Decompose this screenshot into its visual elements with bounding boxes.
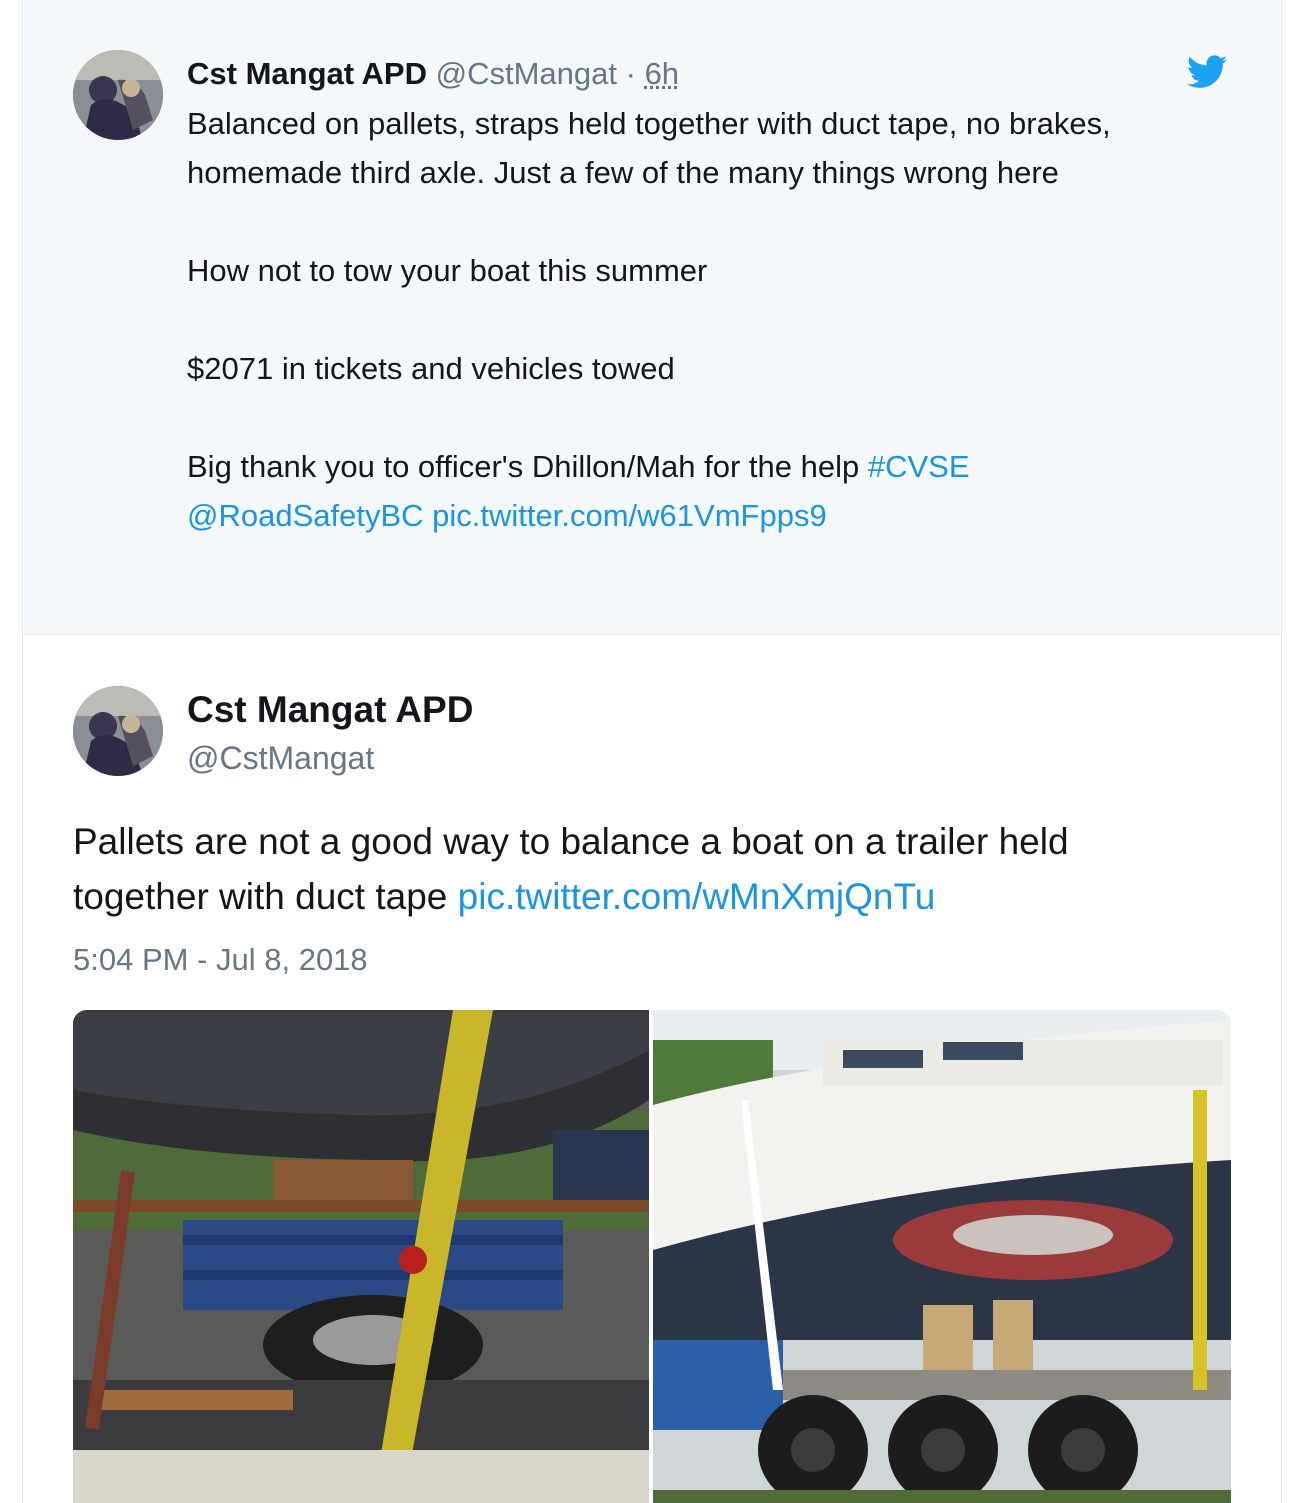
twitter-bird-icon[interactable] (1187, 54, 1227, 90)
author-name[interactable]: Cst Mangat APD (187, 685, 473, 735)
hashtag-link[interactable]: #CVSE (868, 449, 970, 484)
tweet-text-line: How not to tow your boat this summer (187, 253, 708, 288)
photo-grid (73, 1010, 1231, 1503)
tweet-time[interactable]: 6h (645, 56, 679, 91)
pic-link[interactable]: pic.twitter.com/wMnXmjQnTu (458, 876, 936, 917)
tweet-text-line: Balanced on pallets, straps held togethe… (187, 106, 1111, 190)
pic-link[interactable]: pic.twitter.com/w61VmFpps9 (432, 498, 827, 533)
author-handle[interactable]: @CstMangat (187, 736, 374, 780)
author-name[interactable]: Cst Mangat APD (187, 56, 427, 91)
tweet-timestamp[interactable]: 5:04 PM - Jul 8, 2018 (73, 938, 368, 982)
tweet-text-line: $2071 in tickets and vehicles towed (187, 351, 675, 386)
dot-separator: · (625, 56, 636, 91)
embedded-tweet-card: Cst Mangat APD @CstMangat · 6h Balanced … (22, 0, 1282, 1503)
tweet-text-line: Big thank you to officer's Dhillon/Mah f… (187, 442, 1187, 540)
boat-hull-on-pallets-photo[interactable] (73, 1010, 649, 1503)
tweet-text: Pallets are not a good way to balance a … (73, 814, 1193, 924)
author-handle[interactable]: @CstMangat (436, 56, 617, 91)
avatar[interactable] (73, 50, 163, 140)
quoted-tweet-body: Balanced on pallets, straps held togethe… (187, 99, 1187, 540)
quoted-tweet-header: Cst Mangat APD @CstMangat · 6h (187, 52, 679, 96)
mention-link[interactable]: @RoadSafetyBC (187, 498, 424, 533)
quoted-tweet[interactable]: Cst Mangat APD @CstMangat · 6h Balanced … (23, 0, 1281, 635)
tweet-text-span: Big thank you to officer's Dhillon/Mah f… (187, 449, 860, 484)
avatar[interactable] (73, 686, 163, 776)
boat-on-triple-axle-trailer-photo[interactable] (653, 1010, 1231, 1503)
